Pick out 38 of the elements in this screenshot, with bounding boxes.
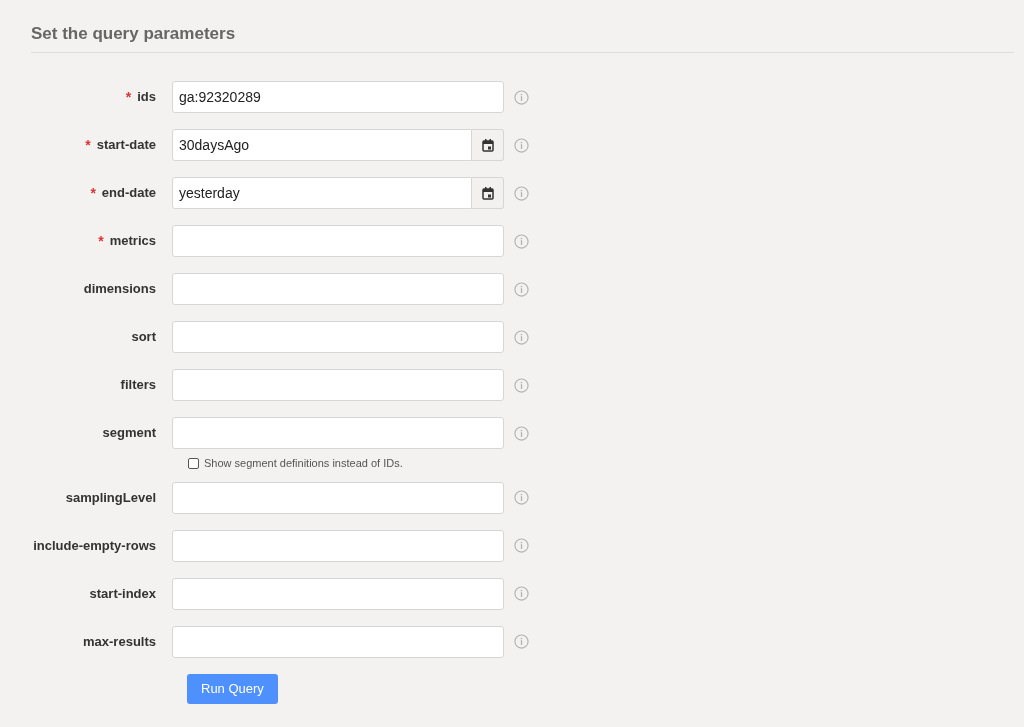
field-label: end-date: [101, 184, 156, 203]
required-asterisk: *: [98, 231, 104, 251]
field-label: start-index: [89, 584, 156, 603]
date-field[interactable]: 30daysAgo: [172, 129, 472, 161]
info-icon[interactable]: [514, 634, 529, 649]
calendar-button[interactable]: [472, 177, 504, 209]
section-heading: Set the query parameters: [31, 23, 237, 45]
field-label: dimensions: [83, 280, 156, 299]
info-icon[interactable]: [514, 89, 529, 105]
field-label: start-date: [96, 136, 156, 155]
info-icon[interactable]: [514, 233, 529, 249]
info-icon[interactable]: [514, 538, 529, 553]
checkbox-label: Show segment definitions instead of IDs.: [204, 456, 403, 471]
field-label: include-empty-rows: [33, 536, 156, 555]
info-icon[interactable]: [514, 281, 529, 297]
info-icon[interactable]: [514, 137, 529, 153]
field-label: sort: [131, 328, 156, 347]
info-icon[interactable]: [514, 185, 529, 201]
info-icon[interactable]: [514, 377, 529, 393]
calendar-icon: [481, 186, 494, 200]
field-label: metrics: [109, 232, 156, 251]
field-label: segment: [102, 424, 156, 443]
required-asterisk: *: [90, 183, 96, 203]
required-asterisk: *: [85, 135, 91, 155]
field-label: filters: [120, 376, 156, 395]
date-field[interactable]: yesterday: [172, 177, 472, 209]
field-label: ids: [137, 88, 156, 107]
info-icon[interactable]: [514, 490, 529, 505]
info-icon[interactable]: [514, 425, 529, 441]
field-label: max-results: [83, 632, 156, 651]
input-field[interactable]: ga:92320289: [172, 81, 504, 113]
required-asterisk: *: [125, 87, 132, 107]
calendar-button[interactable]: [472, 129, 504, 161]
info-icon[interactable]: [514, 586, 529, 601]
field-label: samplingLevel: [65, 488, 156, 507]
info-icon[interactable]: [514, 329, 529, 345]
checkbox[interactable]: [188, 457, 199, 469]
calendar-icon: [481, 138, 494, 152]
